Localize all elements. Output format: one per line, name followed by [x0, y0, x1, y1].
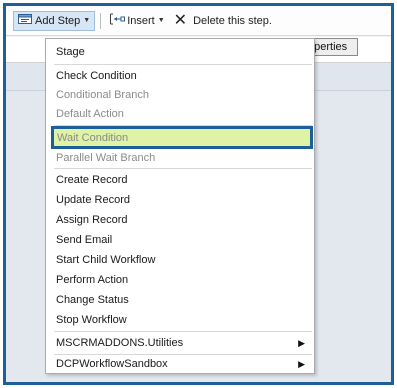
menu-item-label: DCPWorkflowSandbox — [56, 358, 168, 370]
menu-item-mscrmaddons-utilities[interactable]: MSCRMADDONS.Utilities ▶ — [46, 333, 314, 353]
insert-button[interactable]: Insert ▼ — [106, 11, 167, 31]
menu-item-stop-workflow[interactable]: Stop Workflow — [46, 310, 314, 330]
menu-item-update-record[interactable]: Update Record — [46, 190, 314, 210]
menu-item-dcpworkflowsandbox[interactable]: DCPWorkflowSandbox ▶ — [46, 354, 314, 374]
window-frame: Add Step ▼ Insert ▼ ✕ Delete this step. — [3, 3, 394, 385]
menu-item-label: Start Child Workflow — [56, 254, 156, 266]
menu-item-label: MSCRMADDONS.Utilities — [56, 337, 184, 349]
menu-item-start-child-workflow[interactable]: Start Child Workflow — [46, 250, 314, 270]
menu-item-stage[interactable]: Stage — [46, 42, 314, 62]
menu-item-perform-action[interactable]: Perform Action — [46, 270, 314, 290]
menu-item-label: Check Condition — [56, 70, 137, 82]
menu-item-label: Create Record — [56, 174, 128, 186]
menu-item-label: Send Email — [56, 234, 113, 246]
menu-item-default-action: Default Action — [46, 104, 314, 124]
menu-item-label: Stage — [56, 46, 85, 58]
insert-icon — [109, 13, 126, 28]
chevron-down-icon: ▼ — [157, 17, 165, 24]
submenu-arrow-icon: ▶ — [298, 337, 305, 348]
chevron-down-icon: ▼ — [83, 17, 91, 24]
menu-item-label: Default Action — [56, 108, 124, 120]
menu-item-label: Wait Condition — [57, 131, 129, 144]
add-step-icon — [18, 13, 32, 28]
toolbar: Add Step ▼ Insert ▼ ✕ Delete this step. — [6, 6, 391, 36]
delete-icon[interactable]: ✕ — [174, 12, 187, 29]
menu-item-send-email[interactable]: Send Email — [46, 230, 314, 250]
menu-item-label: Assign Record — [56, 214, 128, 226]
insert-label: Insert — [127, 14, 155, 27]
submenu-arrow-icon: ▶ — [298, 358, 305, 369]
menu-item-parallel-wait-branch: Parallel Wait Branch — [46, 148, 314, 168]
menu-item-wait-condition[interactable]: Wait Condition — [51, 126, 313, 149]
menu-item-check-condition[interactable]: Check Condition — [46, 66, 314, 86]
menu-item-label: Update Record — [56, 194, 130, 206]
menu-item-create-record[interactable]: Create Record — [46, 170, 314, 190]
toolbar-separator — [100, 12, 102, 29]
menu-divider — [54, 168, 312, 169]
add-step-dropdown-menu: Stage Check Condition Conditional Branch… — [45, 38, 315, 374]
menu-item-label: Change Status — [56, 294, 129, 306]
menu-item-label: Stop Workflow — [56, 314, 127, 326]
add-step-label: Add Step — [35, 14, 81, 27]
menu-item-conditional-branch: Conditional Branch — [46, 85, 314, 105]
menu-item-label: Conditional Branch — [56, 89, 149, 101]
menu-divider — [54, 331, 312, 332]
menu-item-label: Perform Action — [56, 274, 129, 286]
menu-item-assign-record[interactable]: Assign Record — [46, 210, 314, 230]
menu-divider — [54, 64, 312, 65]
add-step-button[interactable]: Add Step ▼ — [13, 10, 96, 31]
menu-item-change-status[interactable]: Change Status — [46, 290, 314, 310]
menu-item-label: Parallel Wait Branch — [56, 152, 156, 164]
delete-step-label[interactable]: Delete this step. — [193, 15, 272, 27]
